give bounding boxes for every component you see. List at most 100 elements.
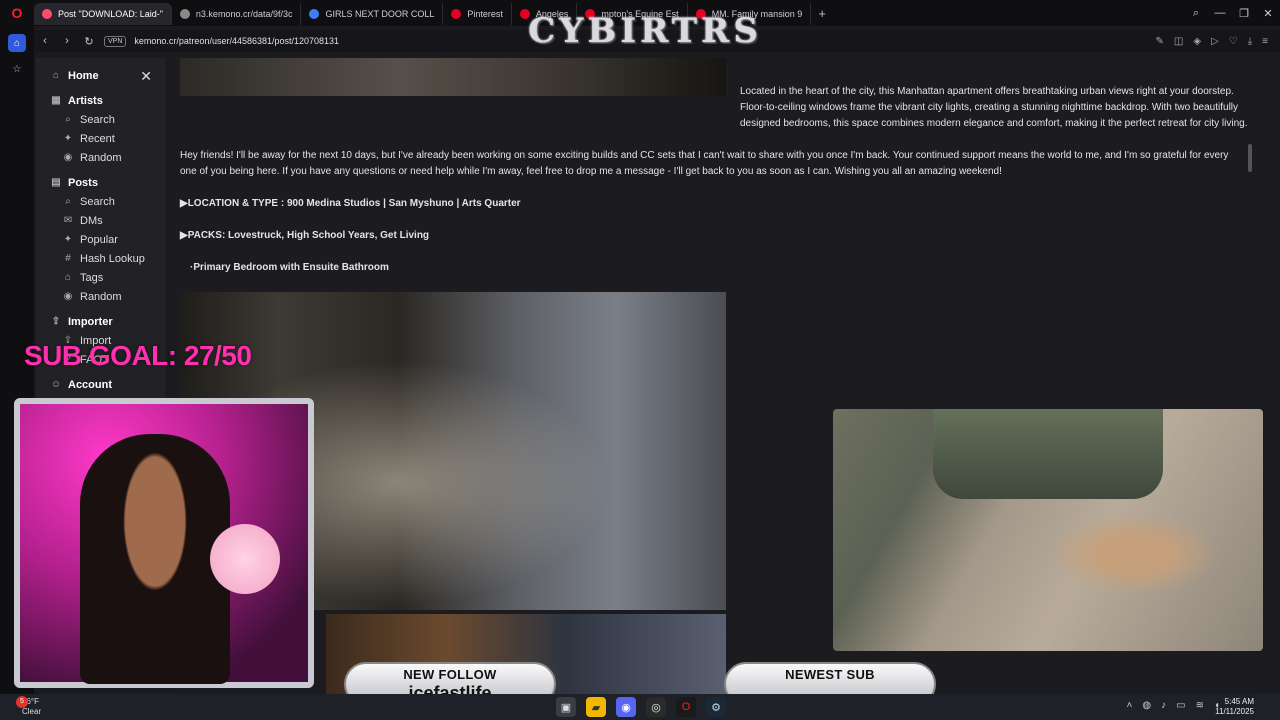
- sidebar-item-icon: ◉: [63, 291, 73, 302]
- sidebar-item-label: Tags: [80, 271, 104, 284]
- sidebar-item-label: Recent: [80, 132, 115, 145]
- sidebar-item-label: Random: [80, 290, 122, 303]
- sidebar-item-icon: #: [65, 253, 71, 264]
- weather-condition: Clear: [22, 707, 42, 716]
- stream-logo: CYBIRTRS: [528, 11, 762, 51]
- search-icon[interactable]: ⌕: [1184, 7, 1208, 20]
- scrollbar[interactable]: [1248, 144, 1252, 172]
- clock[interactable]: 5:45 AM 11/11/2025: [1215, 697, 1254, 717]
- tab-favicon-icon: [309, 9, 320, 19]
- post-location: ▶LOCATION & TYPE : 900 Medina Studios | …: [180, 198, 521, 209]
- sidebar-item-search[interactable]: ⌕ Search: [36, 192, 166, 211]
- user-icon: ☺: [50, 379, 62, 390]
- opera-icon[interactable]: O: [676, 697, 696, 717]
- maximize-button[interactable]: ❐: [1232, 7, 1256, 20]
- download-icon[interactable]: ⤓: [1248, 36, 1252, 47]
- browser-tab[interactable]: GIRLS NEXT DOOR COLL: [301, 3, 444, 25]
- close-window-button[interactable]: ✕: [1256, 7, 1280, 20]
- sidebar-item-label: Popular: [80, 233, 118, 246]
- sidebar-item-random[interactable]: ◉ Random: [36, 287, 166, 306]
- sidebar-item-random[interactable]: ◉ Random: [36, 148, 166, 167]
- system-tray: ˄ ◍ ♪ ▭ ≋ ◖: [1127, 700, 1220, 711]
- network-icon[interactable]: ◍: [1142, 700, 1151, 711]
- sidebar-item-dms[interactable]: ✉ DMs: [36, 211, 166, 230]
- sidebar-item-label: Search: [80, 113, 115, 126]
- sidebar-item-icon: ✦: [63, 234, 73, 245]
- sidebar-item-icon: ◉: [63, 152, 73, 163]
- tab-label: GIRLS NEXT DOOR COLL: [325, 9, 435, 19]
- sidebar-head-posts[interactable]: ▤ Posts: [36, 173, 166, 192]
- post-paragraph-text: Located in the heart of the city, this M…: [740, 86, 1248, 129]
- video-overlay: [833, 409, 1263, 651]
- sidebar-item-hash-lookup[interactable]: # Hash Lookup: [36, 249, 166, 268]
- home-icon[interactable]: ⌂: [8, 34, 26, 52]
- wifi-icon[interactable]: ≋: [1196, 700, 1204, 711]
- sidebar-item-icon: ✉: [63, 215, 73, 226]
- back-arrow-icon[interactable]: ‹: [38, 35, 52, 47]
- menu-icon[interactable]: ≡: [1262, 36, 1268, 47]
- shield-icon[interactable]: ◈: [1193, 36, 1201, 47]
- sidebar-item-search[interactable]: ⌕ Search: [36, 110, 166, 129]
- heart-icon[interactable]: ♡: [1229, 36, 1238, 47]
- sidebar-item-label: Random: [80, 151, 122, 164]
- house-icon: ⌂: [52, 70, 60, 81]
- newest-sub-title: NEWEST SUB: [785, 667, 875, 682]
- vpn-badge[interactable]: VPN: [104, 35, 127, 47]
- minimize-button[interactable]: —: [1208, 7, 1232, 19]
- forward-arrow-icon[interactable]: ›: [60, 35, 74, 47]
- new-follow-title: NEW FOLLOW: [403, 667, 497, 682]
- browser-tab[interactable]: n3.kemono.cr/data/9f/3c: [172, 3, 302, 25]
- edit-icon[interactable]: ✎: [1156, 36, 1164, 47]
- star-icon[interactable]: ☆: [8, 60, 26, 78]
- url-field[interactable]: kemono.cr/patreon/user/44586381/post/120…: [134, 36, 339, 46]
- sidebar-head-importer[interactable]: ⇪ Importer: [36, 312, 166, 331]
- sidebar-head-account[interactable]: ☺ Account: [36, 375, 166, 394]
- screen: O Post "DOWNLOAD: Laid-" n3.kemono.cr/dat…: [0, 0, 1280, 720]
- chevron-up-icon[interactable]: ˄: [1127, 700, 1133, 711]
- sidebar-item-label: Artists: [68, 94, 103, 107]
- sidebar-item-popular[interactable]: ✦ Popular: [36, 230, 166, 249]
- sidebar-item-tags[interactable]: ⌂ Tags: [36, 268, 166, 287]
- camera-icon[interactable]: ◫: [1174, 36, 1183, 47]
- window-controls: ⌕ — ❐ ✕: [1184, 0, 1280, 26]
- sidebar-head-artists[interactable]: ▦ Artists: [36, 91, 166, 110]
- sidebar-item-label: Hash Lookup: [80, 252, 145, 265]
- sidebar-item-label: Home: [68, 69, 99, 82]
- tab-favicon-icon: [179, 9, 190, 19]
- display-icon[interactable]: ▭: [1176, 700, 1185, 711]
- sidebar-item-label: Search: [80, 195, 115, 208]
- sidebar-item-label: Importer: [68, 315, 113, 328]
- post-packs: ▶PACKS: Lovestruck, High School Years, G…: [180, 230, 430, 241]
- tab-favicon-icon: [42, 9, 52, 19]
- upload-icon: ⇪: [51, 316, 61, 327]
- posts-icon: ▤: [51, 177, 61, 188]
- steam-icon[interactable]: ⚙: [706, 697, 726, 717]
- sidebar-item-label: Posts: [68, 176, 98, 189]
- palette-icon: ▦: [51, 95, 61, 106]
- address-bar-tools: ✎ ◫ ◈ ▷ ♡ ⤓ ≡: [1156, 36, 1268, 47]
- clock-time: 5:45 AM: [1224, 697, 1254, 706]
- sidebar-item-label: Account: [68, 378, 112, 391]
- sidebar-item-icon: ⌂: [64, 272, 72, 283]
- opera-logo-icon[interactable]: O: [0, 0, 34, 26]
- play-icon[interactable]: ▷: [1211, 36, 1219, 47]
- notification-badge: 5: [16, 696, 28, 708]
- reload-icon[interactable]: ↻: [82, 35, 96, 48]
- browser-tab[interactable]: Post "DOWNLOAD: Laid-": [34, 3, 172, 25]
- sidebar-item-label: DMs: [80, 214, 103, 227]
- obs-icon[interactable]: ◎: [646, 697, 666, 717]
- sub-goal-text: SUB GOAL: 27/50: [24, 340, 252, 371]
- folder-icon[interactable]: ▰: [586, 697, 606, 717]
- tab-label: n3.kemono.cr/data/9f/3c: [195, 9, 293, 19]
- post-paragraph-intro: Located in the heart of the city, this M…: [180, 84, 1256, 132]
- discord-icon[interactable]: ◉: [616, 697, 636, 717]
- webcam-frame: [14, 398, 314, 688]
- streamer-webcam: [80, 434, 230, 684]
- post-paragraph-note: Hey friends! I'll be away for the next 1…: [180, 150, 1229, 177]
- sidebar-item-recent[interactable]: ✦ Recent: [36, 129, 166, 148]
- mic-icon[interactable]: ♪: [1161, 700, 1166, 711]
- task-view-icon[interactable]: ▣: [556, 697, 576, 717]
- tab-label: Post "DOWNLOAD: Laid-": [58, 9, 163, 19]
- close-icon[interactable]: ✕: [140, 68, 152, 85]
- car-door: [933, 409, 1163, 499]
